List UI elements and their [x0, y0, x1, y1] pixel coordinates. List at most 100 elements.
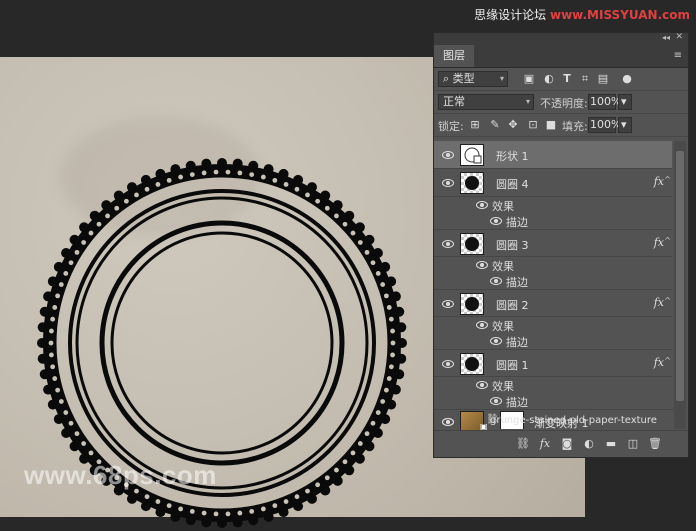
scrollbar-thumb[interactable] [676, 151, 684, 401]
fill-slider-toggle[interactable]: ▾ [618, 117, 632, 133]
layer-row-shape-1[interactable]: 形状 1 [434, 141, 672, 169]
visibility-eye-icon[interactable] [442, 359, 454, 369]
perforation-dot [105, 213, 110, 219]
visibility-eye-icon[interactable] [442, 178, 454, 188]
fill-label: 填充: [562, 120, 588, 133]
watermark-top-url: www.MISSYUAN.com [549, 8, 690, 22]
perforation-dot [237, 510, 243, 516]
lock-paint-icon[interactable]: ✎ [488, 118, 502, 132]
search-icon: ⌕ [443, 72, 450, 85]
lock-artboard-icon[interactable]: ⊡ [526, 118, 540, 132]
visibility-eye-icon[interactable] [490, 396, 502, 406]
visibility-eye-icon[interactable] [476, 380, 488, 390]
visibility-eye-icon[interactable] [442, 239, 454, 249]
blend-mode-dropdown[interactable]: 正常 ▾ [438, 94, 534, 110]
chevron-down-icon: ▾ [525, 97, 530, 106]
stroke-effect-row[interactable]: 描边 [434, 213, 672, 229]
ring-1b [110, 231, 334, 455]
fx-icon[interactable]: fx [654, 356, 664, 369]
visibility-eye-icon[interactable] [476, 320, 488, 330]
perforation-dot [390, 328, 395, 334]
new-layer-icon[interactable]: ◫ [626, 437, 640, 451]
visibility-eye-icon[interactable] [442, 299, 454, 309]
perforation-dot [305, 192, 310, 198]
effects-row[interactable]: 效果 [434, 197, 672, 213]
perforation-dot [144, 494, 150, 500]
perforation-dot [305, 488, 310, 494]
opacity-field[interactable]: 100% [588, 94, 621, 110]
visibility-eye-icon[interactable] [476, 200, 488, 210]
perforation-dot [315, 198, 321, 204]
visibility-eye-icon[interactable] [442, 150, 454, 160]
perforation-dot [81, 240, 87, 245]
visibility-eye-icon[interactable] [490, 216, 502, 226]
collapse-icon[interactable]: ◂◂ [662, 33, 670, 42]
perforation-dot [201, 510, 207, 516]
effects-row[interactable]: 效果 [434, 257, 672, 273]
add-style-icon[interactable]: fx [538, 437, 552, 451]
link-layers-icon[interactable]: ⛓ [516, 437, 530, 451]
perforation-dot [58, 282, 64, 287]
shape-filter-icon[interactable]: ⌗ [578, 72, 592, 86]
stroke-effect-row[interactable]: 描边 [434, 393, 672, 409]
tab-layers[interactable]: 图层 [434, 45, 474, 67]
opacity-slider-toggle[interactable]: ▾ [618, 94, 632, 110]
panel-title-bar[interactable]: ◂◂ ✕ [434, 32, 688, 45]
layer-name: 圆圈 3 [496, 239, 529, 252]
perforation-dot [68, 420, 74, 426]
filter-kind-dropdown[interactable]: ⌕ 类型 ▾ [438, 71, 508, 87]
lock-position-icon[interactable]: ✥ [506, 118, 520, 132]
perforation-dot [357, 441, 363, 446]
new-group-icon[interactable]: ▬ [604, 437, 618, 451]
visibility-eye-icon[interactable] [490, 336, 502, 346]
chevron-up-icon[interactable]: ^ [664, 296, 671, 305]
panel-menu-icon[interactable]: ≡ [674, 50, 682, 61]
filter-toggle-icon[interactable]: ● [620, 72, 634, 86]
delete-layer-icon[interactable]: 🗑 [648, 437, 662, 451]
effects-row[interactable]: 效果 [434, 317, 672, 333]
perforation-dot [68, 260, 74, 266]
perforation-dot [213, 511, 219, 517]
perforation-dot [260, 506, 266, 512]
layer-row-circle-4[interactable]: 圆圈 4 fx ^ [434, 169, 672, 197]
layers-scrollbar[interactable] [674, 141, 686, 429]
fx-icon[interactable]: fx [654, 175, 664, 188]
chevron-down-icon: ▾ [621, 118, 627, 131]
add-mask-icon[interactable]: ◙ [560, 437, 574, 451]
layer-row-circle-3[interactable]: 圆圈 3 fx ^ [434, 229, 672, 257]
stroke-effect-row[interactable]: 描边 [434, 333, 672, 349]
fx-icon[interactable]: fx [654, 296, 664, 309]
effects-label: 效果 [492, 320, 514, 333]
watermark-top-text: 思缘设计论坛 [474, 8, 550, 22]
lock-all-icon[interactable]: ■ [544, 118, 558, 132]
visibility-eye-icon[interactable] [442, 417, 454, 427]
lock-fill-row: 锁定: ⊞ ✎ ✥ ⊡ ■ 填充: 100% ▾ [434, 114, 688, 137]
smart-object-filter-icon[interactable]: ▤ [596, 72, 610, 86]
lock-pixels-icon[interactable]: ⊞ [468, 118, 482, 132]
fx-icon[interactable]: fx [654, 236, 664, 249]
perforation-dot [370, 260, 376, 266]
visibility-eye-icon[interactable] [476, 260, 488, 270]
perforation-dot [48, 340, 54, 346]
image-filter-icon[interactable]: ▣ [522, 72, 536, 86]
layer-thumbnail [460, 233, 484, 255]
new-adjustment-icon[interactable]: ◐ [582, 437, 596, 451]
layer-row-circle-2[interactable]: 圆圈 2 fx ^ [434, 289, 672, 317]
perforation-dot [166, 177, 172, 183]
layer-row-circle-1[interactable]: 圆圈 1 fx ^ [434, 349, 672, 377]
stroke-effect-row[interactable]: 描边 [434, 273, 672, 289]
chevron-up-icon[interactable]: ^ [664, 236, 671, 245]
adjustment-filter-icon[interactable]: ◐ [542, 72, 556, 86]
chevron-up-icon[interactable]: ^ [664, 175, 671, 184]
perforation-dot [63, 271, 69, 276]
ring-2 [75, 196, 369, 490]
visibility-eye-icon[interactable] [490, 276, 502, 286]
effects-row[interactable]: 效果 [434, 377, 672, 393]
fill-field[interactable]: 100% [588, 117, 621, 133]
perforation-dot [386, 376, 392, 381]
text-filter-icon[interactable]: T [560, 72, 574, 86]
chevron-up-icon[interactable]: ^ [664, 356, 671, 365]
close-icon[interactable]: ✕ [675, 32, 683, 42]
blend-opacity-row: 正常 ▾ 不透明度: 100% ▾ [434, 91, 688, 114]
perforation-dot [342, 221, 348, 227]
